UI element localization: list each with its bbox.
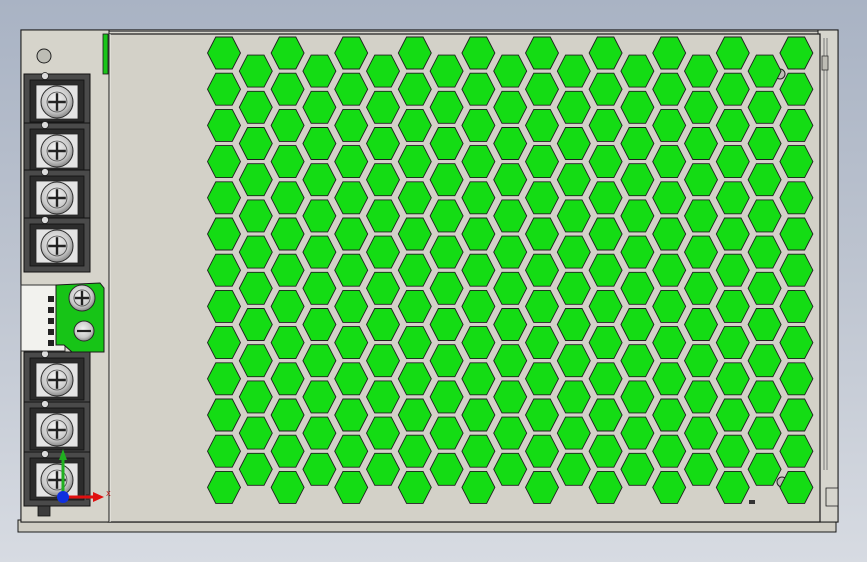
screw-terminal <box>23 72 91 129</box>
terminal-screw <box>40 229 74 263</box>
voltage-adjust-knob <box>73 320 95 342</box>
screw-terminal <box>23 400 91 457</box>
terminal-screw <box>40 85 74 119</box>
triad-x-label: X <box>106 490 111 498</box>
mounting-hole-top-left <box>36 48 52 64</box>
terminal-screw <box>40 413 74 447</box>
right-bracket <box>817 29 839 523</box>
terminal-screw <box>40 463 74 497</box>
terminal-screw <box>40 134 74 168</box>
screw-terminal <box>23 350 91 407</box>
terminal-screw <box>40 181 74 215</box>
screw-terminal <box>23 168 91 225</box>
model-render[interactable]: X <box>0 0 867 562</box>
screw-terminal <box>23 121 91 178</box>
screw-terminal <box>23 216 91 273</box>
right-bracket-tab <box>825 487 839 507</box>
terminal-screw <box>40 363 74 397</box>
adjust-pot-board <box>20 282 105 353</box>
triad-z-axis <box>57 491 69 503</box>
cad-viewport[interactable]: X <box>0 0 867 562</box>
terminal-screw <box>68 284 96 312</box>
